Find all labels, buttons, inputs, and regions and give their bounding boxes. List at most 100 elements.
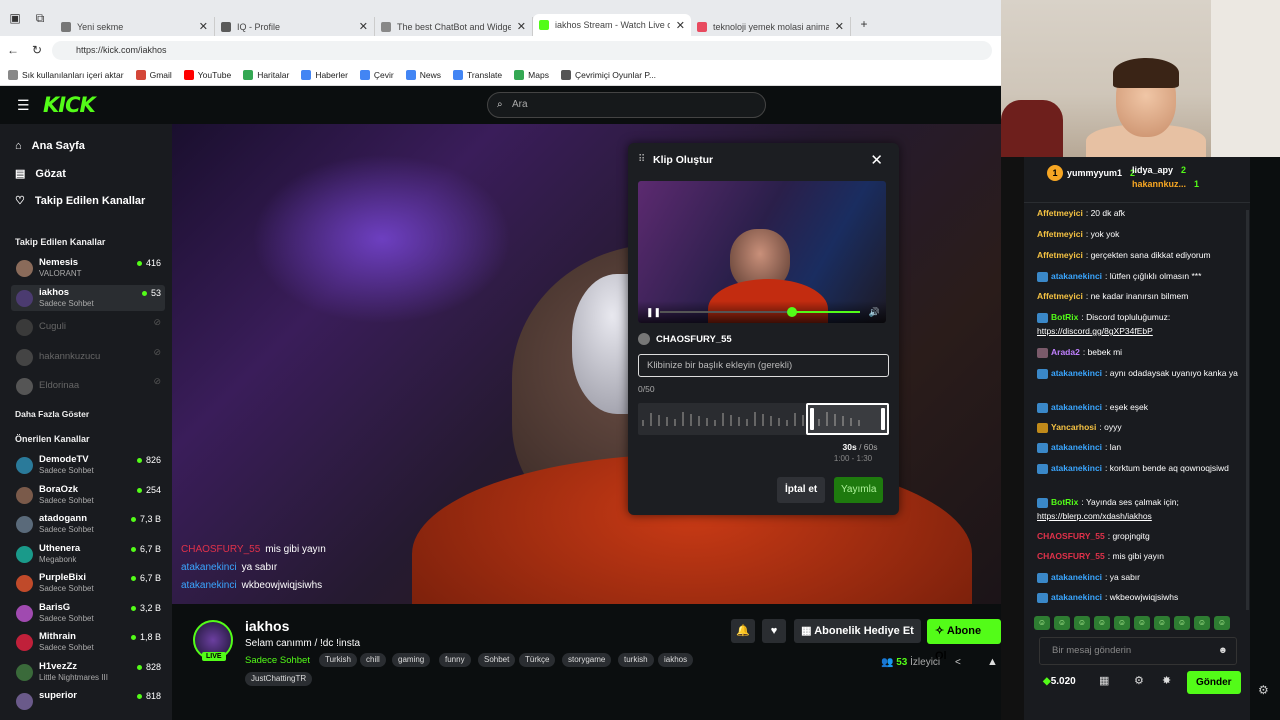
gift-sub-button[interactable]: ▦ Abonelik Hediye Et: [794, 619, 921, 643]
chat-link[interactable]: https://discord.gg/8gXP34fEbP: [1037, 326, 1153, 336]
url-field[interactable]: https://kick.com/iakhos: [52, 41, 992, 60]
gear-icon[interactable]: ⚙: [1258, 683, 1269, 697]
settings-icon[interactable]: ⚙: [1134, 674, 1144, 687]
profile-icon[interactable]: ▣: [8, 11, 22, 25]
bookmark-item[interactable]: Çevrimiçi Oyunlar P...: [560, 69, 656, 80]
report-icon[interactable]: ▲: [987, 656, 998, 668]
emote-icon[interactable]: ☺: [1034, 616, 1050, 630]
channel-item[interactable]: atadogann Sadece Sohbet 7,3 B: [11, 511, 165, 537]
follow-button[interactable]: ♥: [762, 619, 786, 643]
drag-handle-icon[interactable]: ⠿: [638, 154, 645, 165]
bookmark-item[interactable]: Gmail: [135, 69, 172, 80]
stream-tag[interactable]: JustChattingTR: [245, 672, 313, 686]
stream-category[interactable]: Sadece Sohbet: [245, 655, 310, 666]
chat-input[interactable]: Bir mesaj gönderin ☻: [1039, 637, 1237, 665]
stream-tag[interactable]: iakhos: [658, 653, 694, 667]
browser-tab[interactable]: The best ChatBot and Widgets fo ✕: [375, 17, 533, 36]
send-button[interactable]: Gönder: [1187, 671, 1241, 694]
emote-icon[interactable]: ☺: [1194, 616, 1210, 630]
close-icon[interactable]: ✕: [359, 20, 368, 33]
browser-tab[interactable]: Yeni sekme ✕: [55, 17, 215, 36]
emote-icon[interactable]: ☺: [1054, 616, 1070, 630]
emote-icon[interactable]: ☺: [1214, 616, 1230, 630]
browser-tab[interactable]: teknoloji yemek molasi animasyo ✕: [691, 17, 851, 36]
emote-icon[interactable]: ☺: [1094, 616, 1110, 630]
browser-tab[interactable]: IQ - Profile ✕: [215, 17, 375, 36]
menu-icon[interactable]: ☰: [17, 98, 31, 112]
pause-icon[interactable]: ❚❚: [646, 307, 661, 318]
bookmark-item[interactable]: Translate: [453, 69, 502, 80]
back-icon[interactable]: ←: [6, 43, 20, 57]
gift-icon[interactable]: ▦: [1099, 674, 1109, 687]
search-input[interactable]: ⌕ Ara: [487, 92, 766, 118]
nav-home[interactable]: ⌂ Ana Sayfa: [15, 140, 85, 152]
preview-progress-knob[interactable]: [787, 307, 797, 317]
channel-item[interactable]: Eldorinaa ⊘: [11, 373, 165, 399]
cancel-button[interactable]: İptal et: [777, 477, 826, 503]
streamer-name[interactable]: iakhos: [245, 618, 289, 634]
share-icon[interactable]: <: [955, 657, 961, 668]
emote-icon[interactable]: ☺: [1074, 616, 1090, 630]
bookmark-item[interactable]: Maps: [514, 69, 549, 80]
badge-icon[interactable]: ✸: [1162, 674, 1171, 687]
chat-username[interactable]: atakanekinci: [1051, 572, 1102, 582]
chat-username[interactable]: BotRix: [1051, 312, 1078, 322]
stream-tag[interactable]: Sohbet: [478, 653, 516, 667]
channel-points[interactable]: 5.020: [1043, 676, 1076, 687]
reload-icon[interactable]: ↻: [30, 43, 44, 57]
kick-logo[interactable]: KICK: [43, 93, 96, 117]
chat-username[interactable]: Arada2: [1051, 347, 1080, 357]
channel-item[interactable]: BoraOzk Sadece Sohbet 254: [11, 482, 165, 508]
bookmark-item[interactable]: YouTube: [183, 69, 231, 80]
chat-username[interactable]: Affetmeyici: [1037, 229, 1083, 239]
stream-tag[interactable]: storygame: [562, 653, 612, 667]
channel-item[interactable]: Uthenera Megabonk 6,7 B: [11, 541, 165, 567]
chat-username[interactable]: CHAOSFURY_55: [1037, 531, 1105, 541]
close-icon[interactable]: ✕: [199, 20, 208, 33]
emote-icon[interactable]: ☺: [1134, 616, 1150, 630]
emote-icon[interactable]: ☺: [1174, 616, 1190, 630]
gifter[interactable]: hakannkuz... 1: [1132, 179, 1199, 189]
bookmark-item[interactable]: Çevir: [359, 69, 394, 80]
bookmark-item[interactable]: Sık kullanılanları içeri aktar: [8, 69, 124, 80]
channel-item[interactable]: Cuguli ⊘: [11, 314, 165, 340]
notification-button[interactable]: 🔔: [731, 619, 755, 643]
chat-username[interactable]: atakanekinci: [1051, 442, 1102, 452]
emoji-icon[interactable]: ☻: [1218, 638, 1228, 664]
clip-preview[interactable]: ❚❚ 🔊: [638, 181, 886, 323]
close-icon[interactable]: ✕: [517, 20, 526, 33]
chat-username[interactable]: atakanekinci: [1051, 592, 1102, 602]
clip-title-input[interactable]: Klibinize bir başlık ekleyin (gerekli): [638, 354, 889, 377]
chat-username[interactable]: atakanekinci: [1051, 368, 1102, 378]
chat-username[interactable]: BotRix: [1051, 497, 1078, 507]
channel-item[interactable]: iakhos Sadece Sohbet 53: [11, 284, 165, 311]
chat-username[interactable]: atakanekinci: [1051, 402, 1102, 412]
gifter[interactable]: 1 yummyyum1 2: [1047, 165, 1135, 181]
tab-list-icon[interactable]: ⧉: [33, 11, 47, 25]
bookmark-item[interactable]: Haritalar: [243, 69, 289, 80]
channel-item[interactable]: H1vezZz Little Nightmares III 828: [11, 659, 165, 685]
bookmark-item[interactable]: Haberler: [301, 69, 348, 80]
new-tab-button[interactable]: +: [857, 17, 871, 31]
chat-username[interactable]: atakanekinci: [1051, 271, 1102, 281]
publish-button[interactable]: Yayımla: [834, 477, 884, 503]
stream-tag[interactable]: chill: [360, 653, 386, 667]
clip-selection-handle[interactable]: [806, 403, 889, 435]
close-icon[interactable]: ✕: [676, 19, 685, 32]
stream-tag[interactable]: gaming: [392, 653, 431, 667]
browser-tab[interactable]: iakhos Stream - Watch Live o ✕: [533, 14, 691, 36]
bookmark-item[interactable]: News: [405, 69, 441, 80]
channel-item[interactable]: superior 818: [11, 688, 165, 714]
stream-tag[interactable]: Türkçe: [519, 653, 556, 667]
chat-scrollbar[interactable]: [1246, 210, 1249, 610]
chat-username[interactable]: Affetmeyici: [1037, 291, 1083, 301]
chat-username[interactable]: Yancarhosi: [1051, 422, 1096, 432]
nav-following[interactable]: ♡ Takip Edilen Kanallar: [15, 194, 145, 208]
emote-icon[interactable]: ☺: [1154, 616, 1170, 630]
emote-icon[interactable]: ☺: [1114, 616, 1130, 630]
channel-item[interactable]: PurpleBixi Sadece Sohbet 6,7 B: [11, 570, 165, 596]
volume-icon[interactable]: 🔊: [869, 307, 880, 318]
stream-tag[interactable]: Turkish: [319, 653, 357, 667]
chat-link[interactable]: https://blerp.com/xdash/iakhos: [1037, 511, 1152, 521]
channel-item[interactable]: BarisG Sadece Sohbet 3,2 B: [11, 600, 165, 626]
